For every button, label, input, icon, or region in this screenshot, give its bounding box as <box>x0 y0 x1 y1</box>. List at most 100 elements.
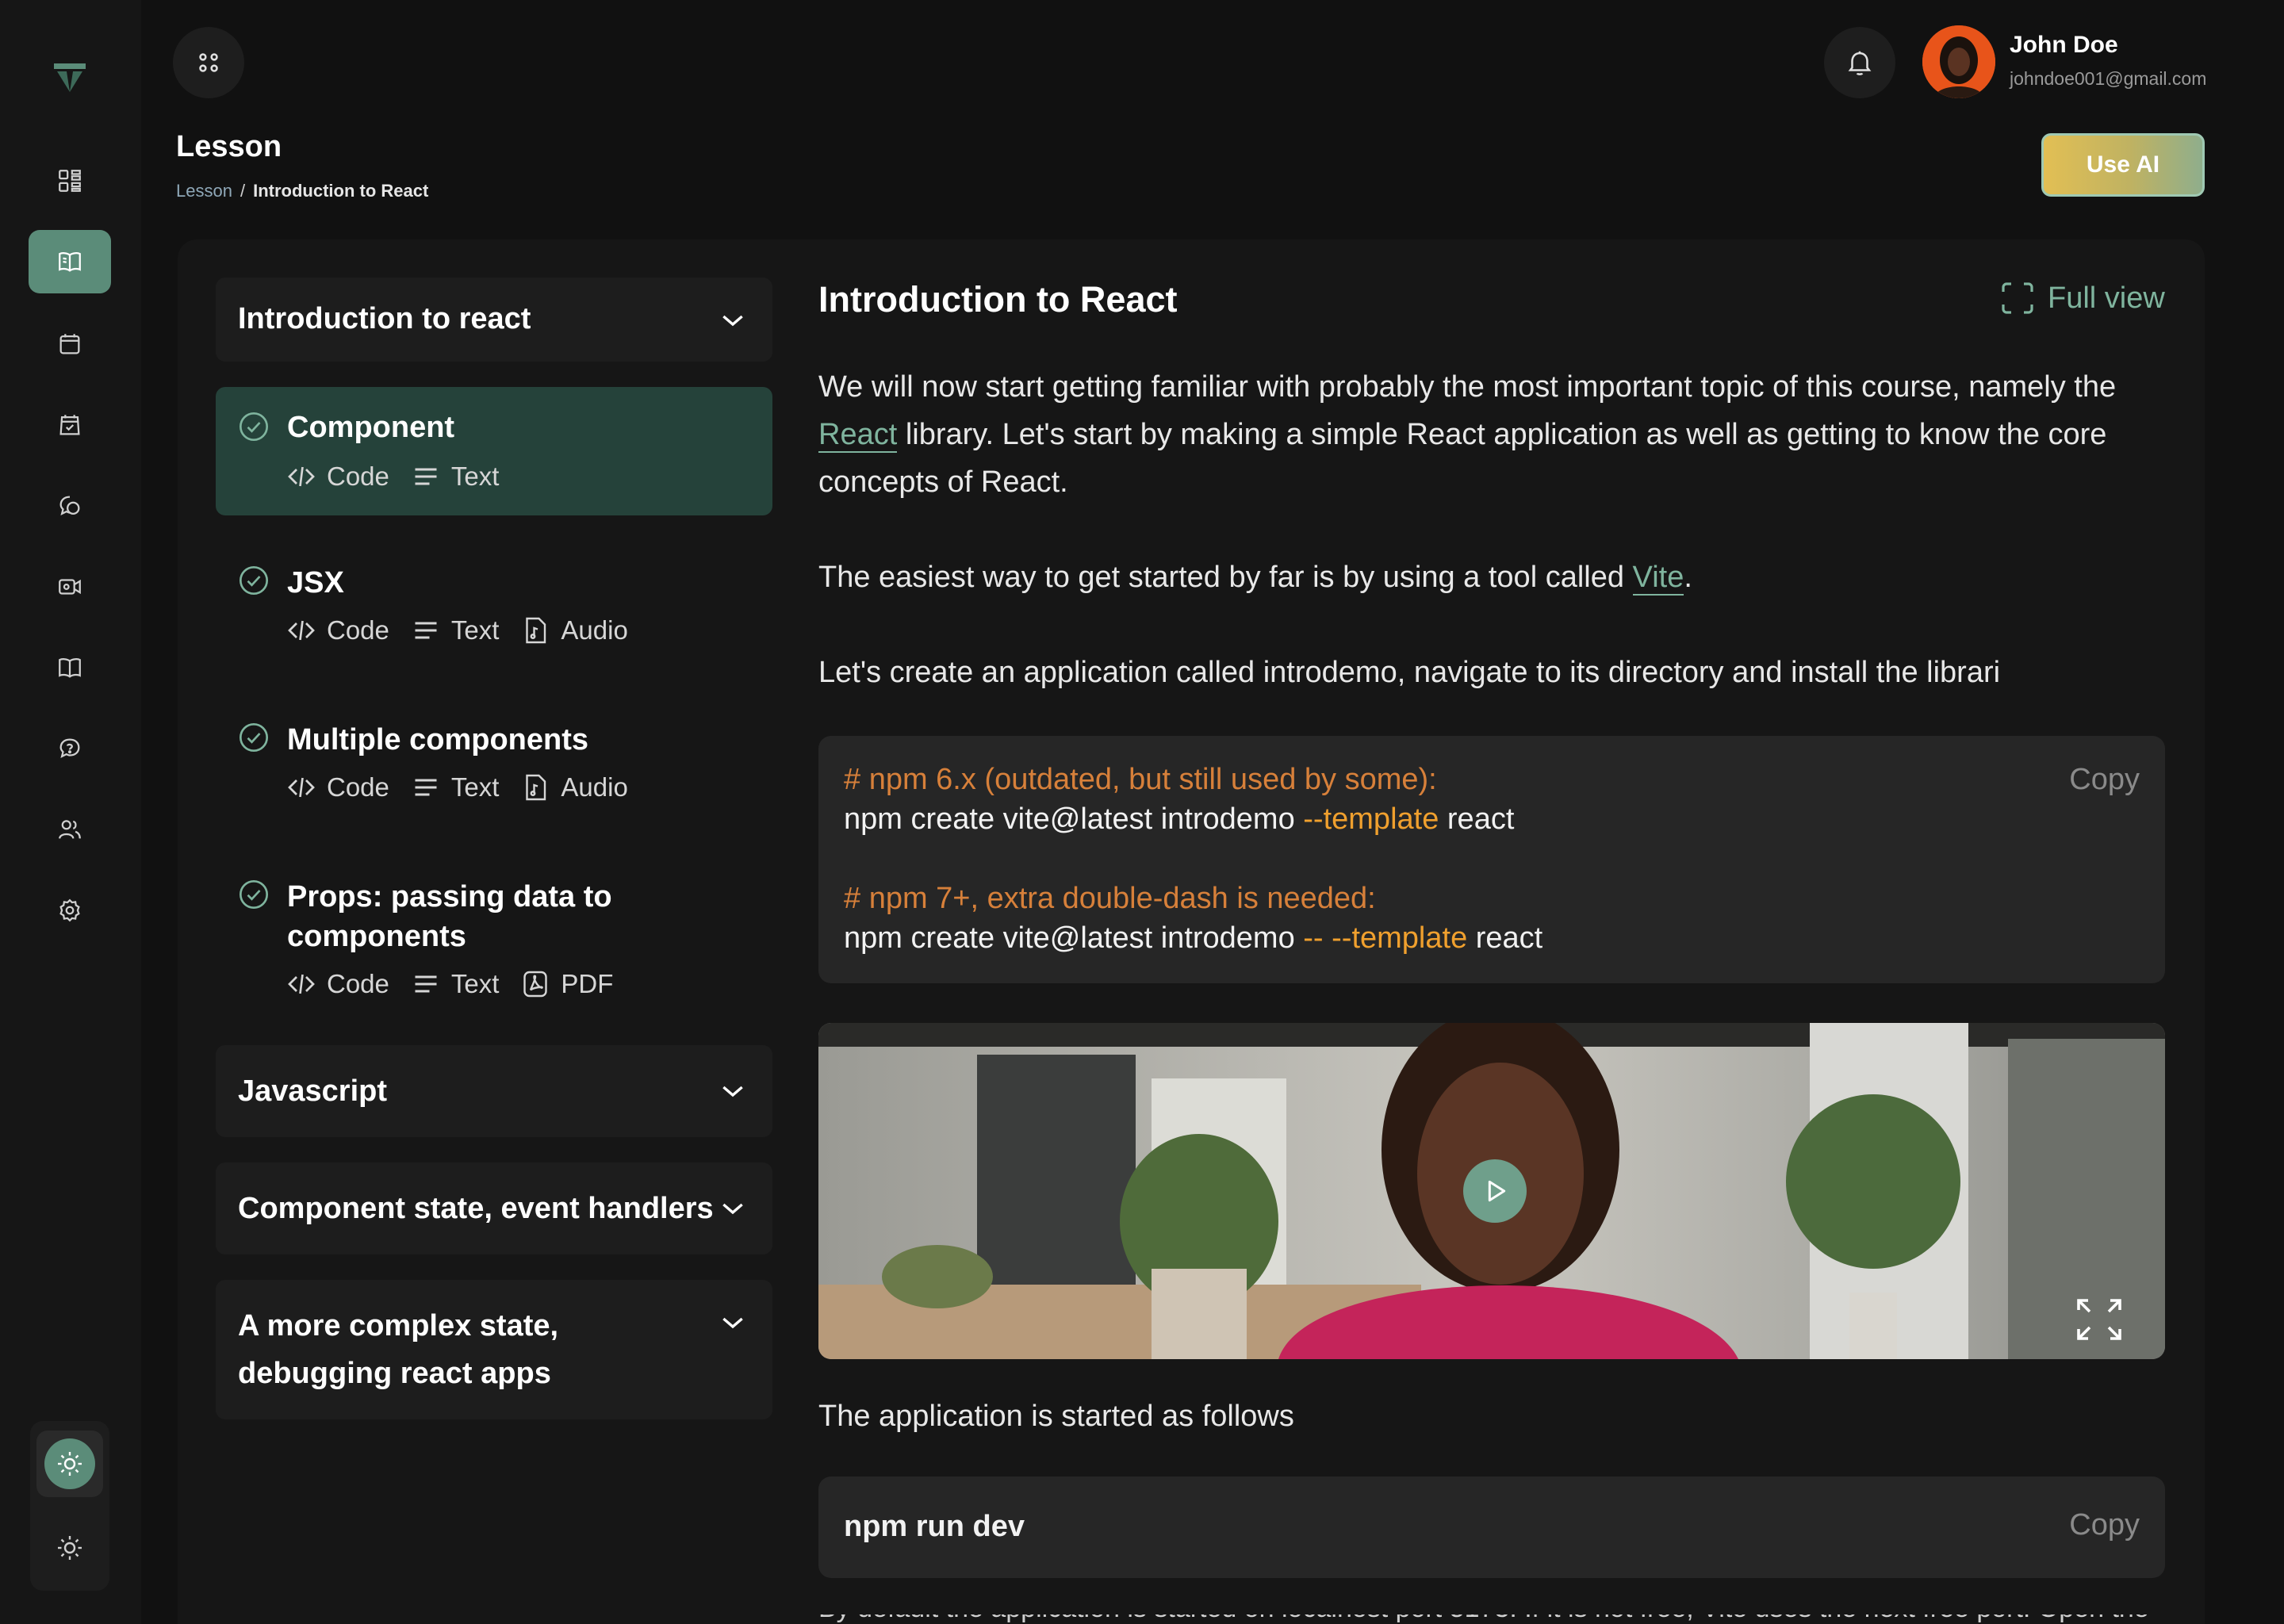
vite-link[interactable]: Vite <box>1632 561 1684 596</box>
sidebar-item-schedule[interactable] <box>29 393 111 457</box>
type-code: Code <box>287 772 389 802</box>
code-text: react <box>1467 921 1543 955</box>
sun-icon <box>58 1536 82 1560</box>
type-text: Text <box>412 615 500 645</box>
video-camera-icon <box>59 579 81 595</box>
sidebar-item-settings[interactable] <box>29 879 111 942</box>
sun-active-icon <box>58 1452 82 1476</box>
type-audio: Audio <box>521 772 628 802</box>
type-code: Code <box>287 615 389 645</box>
text-segment: library. Let's start by making a simple … <box>818 418 2107 499</box>
react-link[interactable]: React <box>818 418 898 453</box>
lesson-title: Props: passing data to components <box>287 880 612 953</box>
use-ai-button[interactable]: Use AI <box>2041 133 2205 197</box>
code-block-run: npm run dev Copy <box>818 1477 2165 1578</box>
section-title: Javascript <box>238 1074 388 1108</box>
code-flag: -- --template <box>1303 921 1468 955</box>
lesson-title: Multiple components <box>287 723 588 756</box>
theme-switcher <box>30 1421 109 1591</box>
book-open-icon <box>59 252 81 272</box>
sidebar-item-lessons[interactable] <box>29 230 111 293</box>
type-label: Code <box>327 772 389 802</box>
users-icon <box>59 820 81 839</box>
code-flag: --template <box>1303 802 1439 836</box>
text-segment: By default the application is started on… <box>818 1614 2149 1624</box>
sidebar-item-help[interactable] <box>29 717 111 780</box>
sidebar-item-live[interactable] <box>29 555 111 619</box>
lesson-item-jsx[interactable]: JSX Code Text Audio <box>216 546 772 672</box>
fullscreen-icon <box>2002 282 2033 314</box>
section-complex-state[interactable]: A more complex state, debugging react ap… <box>216 1280 772 1419</box>
sidebar-item-users[interactable] <box>29 798 111 861</box>
user-email: johndoe001@gmail.com <box>2010 68 2207 89</box>
dashboard-icon <box>59 170 81 192</box>
type-text: Text <box>412 969 499 999</box>
chevron-down-icon <box>722 1086 743 1097</box>
type-code: Code <box>287 969 389 999</box>
breadcrumb-current: Introduction to React <box>253 181 429 201</box>
cut-off-paragraph: By default the application is started on… <box>818 1614 2165 1624</box>
lesson-item-component[interactable]: Component Code Text <box>216 387 772 515</box>
lesson-video[interactable] <box>818 1023 2165 1359</box>
avatar[interactable] <box>1922 25 1995 98</box>
type-label: Text <box>450 615 500 645</box>
full-view-button[interactable]: Full view <box>1998 279 2165 317</box>
lesson-content-types: Code Text PDF <box>287 969 613 999</box>
type-label: Text <box>450 462 500 491</box>
section-title: A more complex state, debugging react ap… <box>238 1309 559 1390</box>
code-icon <box>288 620 315 641</box>
code-command: npm run dev <box>844 1510 1025 1543</box>
expand-icon[interactable] <box>2075 1297 2124 1342</box>
breadcrumb: Lesson / Introduction to React <box>176 181 428 201</box>
code-command: npm create vite@latest introdemo --templ… <box>844 799 1514 839</box>
sidebar <box>0 0 141 1624</box>
sidebar-item-calendar[interactable] <box>29 312 111 376</box>
settings-icon <box>59 898 80 922</box>
code-icon <box>288 777 315 798</box>
notifications-button[interactable] <box>1824 27 1895 98</box>
text-lines-icon <box>415 622 437 639</box>
play-button[interactable] <box>1463 1159 1527 1223</box>
lesson-title: JSX <box>287 566 344 599</box>
lesson-content-types: Code Text Audio <box>287 772 628 802</box>
type-label: Code <box>327 615 389 645</box>
logo-icon <box>54 63 86 92</box>
sidebar-item-library[interactable] <box>29 636 111 699</box>
breadcrumb-separator: / <box>240 181 246 201</box>
copy-button[interactable]: Copy <box>2069 1508 2140 1542</box>
sidebar-item-messages[interactable] <box>29 474 111 538</box>
lesson-item-props[interactable]: Props: passing data to components Code T… <box>216 860 772 1018</box>
start-paragraph: The application is started as follows <box>818 1400 1294 1433</box>
light-theme-button[interactable] <box>36 1431 103 1497</box>
text-segment: . <box>1684 561 1692 594</box>
type-pdf: PDF <box>521 969 613 999</box>
audio-file-icon <box>526 617 546 644</box>
intro-paragraph: We will now start getting familiar with … <box>818 363 2167 506</box>
lesson-content-types: Code Text Audio <box>287 615 628 645</box>
chat-bubbles-icon <box>59 496 80 516</box>
code-command: npm create vite@latest introdemo -- --te… <box>844 918 1542 958</box>
code-text: react <box>1439 802 1515 836</box>
content-title: Introduction to React <box>818 279 1178 320</box>
sidebar-item-dashboard[interactable] <box>29 149 111 213</box>
breadcrumb-parent-link[interactable]: Lesson <box>176 181 232 201</box>
apps-menu-button[interactable] <box>173 27 244 98</box>
type-label: Audio <box>561 772 628 802</box>
code-icon <box>288 466 315 487</box>
calendar-icon <box>59 334 80 354</box>
lesson-item-multiple-components[interactable]: Multiple components Code Text Audio <box>216 703 772 829</box>
user-name: John Doe <box>2010 32 2118 58</box>
section-javascript[interactable]: Javascript <box>216 1045 772 1137</box>
dark-theme-button[interactable] <box>36 1515 103 1581</box>
lesson-title: Component <box>287 411 455 444</box>
section-component-state[interactable]: Component state, event handlers <box>216 1162 772 1254</box>
copy-button[interactable]: Copy <box>2069 763 2140 797</box>
text-lines-icon <box>415 975 437 993</box>
type-code: Code <box>287 462 389 492</box>
code-icon <box>288 974 315 994</box>
book-icon <box>59 658 81 678</box>
apps-grid-icon <box>199 53 218 72</box>
check-circle-icon <box>240 566 268 595</box>
type-text: Text <box>412 462 500 492</box>
section-introduction-to-react[interactable]: Introduction to react <box>216 278 772 362</box>
